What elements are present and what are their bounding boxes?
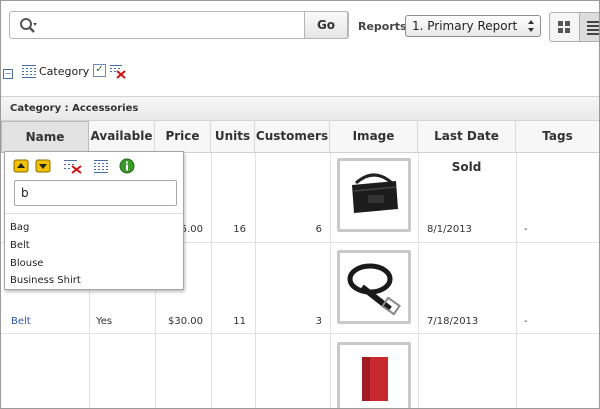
remove-filter-icon[interactable]: [109, 63, 126, 79]
list-view-button[interactable]: [580, 13, 599, 41]
column-filter-popup: b Bag Belt Blouse Business Shirt: [4, 151, 184, 290]
filter-option-bag[interactable]: Bag: [10, 222, 29, 233]
column-divider: [255, 153, 256, 408]
group-title: Category : Accessories: [10, 103, 139, 114]
belt-image: [347, 263, 401, 316]
last-sold-cell: 7/18/2013: [427, 316, 479, 327]
column-header-image[interactable]: Image: [330, 121, 418, 152]
last-sold-cell: 8/1/2013: [427, 224, 472, 235]
filter-option-business-shirt[interactable]: Business Shirt: [10, 275, 81, 286]
group-by-icon: [22, 65, 36, 78]
price-cell: $30.00: [168, 316, 203, 327]
go-button[interactable]: Go: [304, 11, 348, 39]
column-header-units[interactable]: Units: [211, 121, 255, 152]
column-header-name[interactable]: Name: [1, 121, 89, 153]
column-header-price[interactable]: Price: [155, 121, 211, 152]
sort-descending-icon[interactable]: [35, 158, 51, 174]
wallet-image: [362, 357, 388, 401]
filter-row: − Category ✓: [1, 61, 201, 81]
remove-filter-icon[interactable]: [63, 158, 83, 174]
column-header-last-date-sold[interactable]: Last Date Sold: [418, 121, 516, 174]
product-image-belt: [337, 250, 411, 324]
group-header: Category : Accessories: [1, 96, 599, 121]
bag-image: [352, 173, 398, 213]
grid-view-button[interactable]: [550, 13, 580, 41]
popup-divider: [5, 213, 183, 214]
product-image-wallet: [337, 342, 411, 408]
column-header-customers[interactable]: Customers: [255, 121, 330, 152]
info-icon[interactable]: [119, 158, 135, 174]
list-view-icon: [587, 21, 599, 35]
column-divider: [330, 153, 331, 408]
available-cell: Yes: [96, 316, 113, 327]
customers-cell: 3: [315, 316, 322, 327]
product-image-bag: [337, 158, 411, 232]
popup-toolbar: [13, 158, 183, 176]
search-icon[interactable]: [19, 17, 37, 35]
row-divider: [1, 333, 599, 334]
report-selected-value: 1. Primary Report: [412, 19, 518, 33]
view-toggle: [549, 12, 599, 42]
column-divider: [211, 153, 212, 408]
column-header-available[interactable]: Available: [89, 121, 155, 152]
tags-cell: -: [524, 224, 528, 235]
column-headers: Name Available Price Units Customers Ima…: [1, 121, 599, 174]
search-input[interactable]: Go: [9, 11, 349, 39]
group-by-icon[interactable]: [93, 158, 109, 174]
sort-ascending-icon[interactable]: [13, 158, 29, 174]
column-divider: [516, 153, 517, 408]
select-arrows-icon: [528, 20, 534, 32]
interactive-report: Go Reports 1. Primary Report − Category …: [0, 0, 600, 409]
column-filter-input[interactable]: b: [14, 180, 177, 206]
filter-enable-checkbox[interactable]: ✓: [93, 64, 106, 77]
category-filter-label[interactable]: Category: [39, 65, 89, 78]
tags-cell: -: [524, 316, 528, 327]
customers-cell: 6: [315, 224, 322, 235]
units-cell: 16: [233, 224, 246, 235]
column-divider: [418, 153, 419, 408]
collapse-icon[interactable]: −: [3, 69, 13, 79]
reports-label: Reports: [358, 20, 407, 33]
name-link-belt[interactable]: Belt: [11, 316, 31, 327]
grid-view-icon: [558, 21, 570, 33]
filter-option-blouse[interactable]: Blouse: [10, 258, 43, 269]
units-cell: 11: [233, 316, 246, 327]
column-header-tags[interactable]: Tags: [516, 121, 599, 152]
filter-option-belt[interactable]: Belt: [10, 240, 30, 251]
report-select[interactable]: 1. Primary Report: [405, 15, 541, 37]
